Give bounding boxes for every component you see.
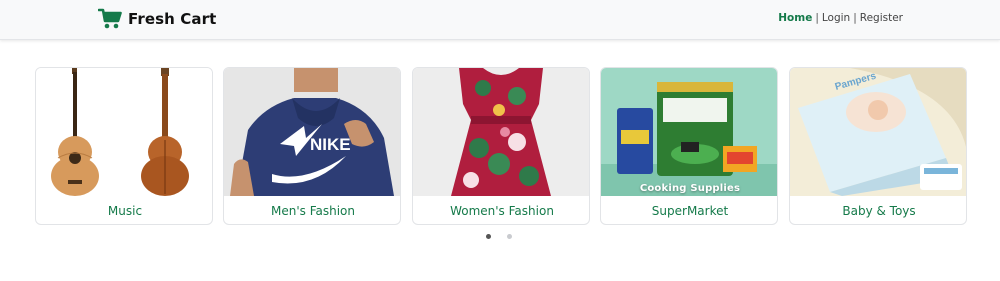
svg-text:NIKE: NIKE	[310, 135, 351, 154]
category-card-supermarket[interactable]: Cooking Supplies SuperMarket	[600, 67, 778, 225]
category-overlay-text: Cooking Supplies	[639, 183, 741, 194]
nav-separator: |	[853, 12, 857, 24]
brand-name: Fresh Cart	[128, 10, 217, 28]
nav-login-link[interactable]: Login	[822, 12, 850, 24]
category-label: Women's Fashion	[450, 204, 554, 218]
diapers-image: Pampers	[790, 68, 966, 196]
dress-image	[413, 68, 589, 196]
category-label: Baby & Toys	[842, 204, 916, 218]
category-slider[interactable]: Music NIKE Men's Fashion Women's Fashion…	[35, 67, 967, 225]
slider-dot-2[interactable]	[507, 234, 512, 239]
slider-dot-1[interactable]	[486, 234, 491, 239]
category-card-womens-fashion[interactable]: Women's Fashion	[412, 67, 590, 225]
brand-logo[interactable]: Fresh Cart	[98, 8, 216, 30]
nav-home-link[interactable]: Home	[778, 12, 812, 24]
cart-icon	[98, 8, 122, 29]
hoodie-image: NIKE	[224, 68, 400, 196]
navbar: Fresh Cart Home | Login | Register	[0, 0, 1000, 40]
category-label: Men's Fashion	[271, 204, 355, 218]
category-card-music[interactable]: Music	[35, 67, 213, 225]
category-card-baby-toys[interactable]: Pampers Baby & Toys	[789, 67, 967, 225]
nav-register-link[interactable]: Register	[860, 12, 903, 24]
nav-links: Home | Login | Register	[778, 12, 903, 24]
grocery-image: Cooking Supplies	[601, 68, 777, 196]
category-card-mens-fashion[interactable]: NIKE Men's Fashion	[223, 67, 401, 225]
category-label: Music	[107, 204, 143, 218]
guitar-image	[36, 68, 212, 196]
nav-separator: |	[815, 12, 819, 24]
slider-pagination	[486, 234, 512, 239]
category-label: SuperMarket	[651, 204, 729, 218]
